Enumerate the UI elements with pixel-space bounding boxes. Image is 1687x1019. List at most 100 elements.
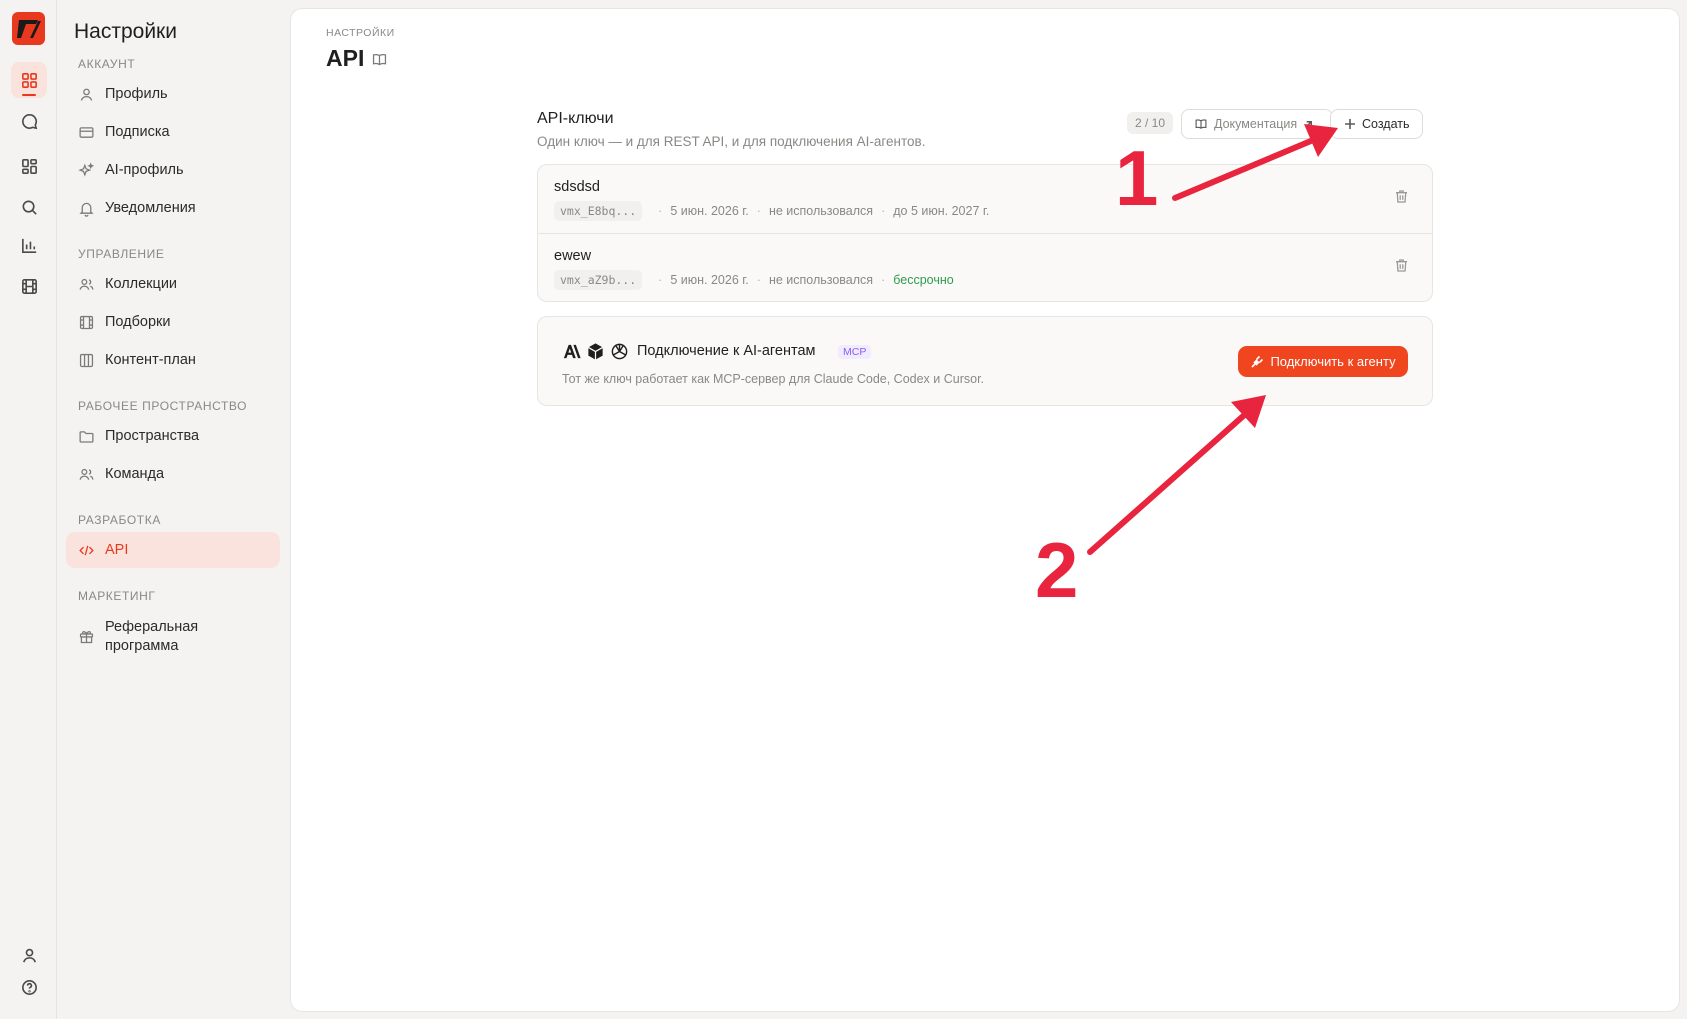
- chat-icon: [21, 113, 37, 129]
- user-icon: [22, 948, 36, 962]
- delete-key-button[interactable]: [1393, 188, 1410, 210]
- key-usage: не использовался: [768, 204, 874, 218]
- sidebar-item-team[interactable]: Команда: [66, 456, 280, 492]
- section-label-development: РАЗРАБОТКА: [78, 513, 161, 527]
- cube-logo-icon: [588, 343, 603, 360]
- section-label-account: АККАУНТ: [78, 57, 136, 71]
- rail-help-button[interactable]: [11, 969, 47, 1005]
- section-label-management: УПРАВЛЕНИЕ: [78, 247, 165, 261]
- rail-user-button[interactable]: [11, 937, 47, 973]
- icon-rail: [0, 0, 57, 1019]
- sidebar-item-subscription[interactable]: Подписка: [66, 114, 280, 150]
- key-row: sdsdsd vmx_E8bq... · 5 июн. 2026 г. · не…: [538, 165, 1432, 233]
- sparkles-icon: [78, 161, 95, 177]
- create-key-button[interactable]: Создать: [1330, 109, 1423, 139]
- key-token: vmx_aZ9b...: [554, 270, 643, 290]
- sidebar-item-label: Профиль: [105, 86, 168, 102]
- sidebar-item-content-plan[interactable]: Контент-план: [66, 342, 280, 378]
- sidebar-item-api[interactable]: API: [66, 532, 280, 568]
- documentation-label: Документация: [1214, 117, 1298, 131]
- key-token: vmx_E8bq...: [554, 201, 643, 221]
- sidebar-item-label: Уведомления: [105, 200, 196, 216]
- key-expires: до 5 июн. 2027 г.: [893, 204, 990, 218]
- sidebar-item-label: Пространства: [105, 428, 200, 444]
- sidebar-item-selections[interactable]: Подборки: [66, 304, 280, 340]
- sidebar-title: Настройки: [74, 20, 177, 43]
- trash-icon: [1395, 259, 1408, 272]
- documentation-button[interactable]: Документация: [1181, 109, 1334, 139]
- bar-chart-icon: [21, 238, 36, 253]
- api-keys-list: sdsdsd vmx_E8bq... · 5 июн. 2026 г. · не…: [537, 164, 1433, 302]
- api-keys-subtitle: Один ключ — и для REST API, и для подклю…: [537, 134, 926, 149]
- ai-agents-title: Подключение к AI-агентам: [637, 343, 816, 359]
- widgets-icon: [21, 158, 37, 174]
- bell-icon: [79, 202, 94, 217]
- annotation-number-2: 2: [1035, 526, 1079, 614]
- key-expires: бессрочно: [893, 273, 954, 287]
- separator-dot: ·: [756, 204, 761, 218]
- users-icon: [79, 278, 94, 290]
- separator-dot: ·: [881, 204, 886, 218]
- anthropic-logo-icon: [563, 344, 581, 359]
- rail-analytics-button[interactable]: [11, 227, 47, 263]
- rail-dashboard-button[interactable]: [11, 62, 47, 98]
- sidebar-item-label: Подписка: [105, 124, 170, 140]
- key-row: ewew vmx_aZ9b... · 5 июн. 2026 г. · не и…: [538, 233, 1432, 301]
- sidebar-item-label: Контент-план: [105, 352, 196, 368]
- folder-icon: [79, 430, 94, 443]
- external-link-icon: [1305, 120, 1313, 128]
- main-content: НАСТРОЙКИ API API-ключи Один ключ — и дл…: [290, 8, 1680, 1012]
- sidebar-item-label: Подборки: [105, 314, 171, 330]
- key-meta: vmx_aZ9b... · 5 июн. 2026 г. · не исполь…: [554, 270, 954, 290]
- rail-film-button[interactable]: [11, 268, 47, 304]
- section-label-marketing: МАРКЕТИНГ: [78, 589, 156, 603]
- key-name: sdsdsd: [554, 179, 600, 195]
- referral-label-line1: Реферальная: [105, 619, 199, 635]
- separator-dot: ·: [756, 273, 761, 287]
- separator-dot: ·: [658, 273, 663, 287]
- trash-icon: [1395, 190, 1408, 203]
- delete-key-button[interactable]: [1393, 257, 1410, 279]
- page-title: API: [326, 45, 365, 71]
- rail-widgets-button[interactable]: [11, 148, 47, 184]
- breadcrumb[interactable]: НАСТРОЙКИ: [326, 27, 395, 39]
- search-icon: [22, 200, 37, 215]
- user-icon: [80, 88, 93, 101]
- rail-chat-button[interactable]: [11, 103, 47, 139]
- connect-agent-button[interactable]: Подключить к агенту: [1238, 346, 1408, 377]
- plus-icon: [1345, 119, 1355, 129]
- book-icon: [372, 53, 387, 66]
- docs-book-button[interactable]: [371, 51, 388, 73]
- sidebar-item-notifications[interactable]: Уведомления: [66, 190, 280, 226]
- sidebar-item-spaces[interactable]: Пространства: [66, 418, 280, 454]
- credit-card-icon: [79, 126, 94, 138]
- users-icon: [79, 468, 94, 480]
- code-icon: [79, 545, 94, 555]
- sidebar-item-label: Команда: [105, 466, 165, 482]
- sidebar-item-referral[interactable]: Реферальная программа: [66, 612, 280, 660]
- mcp-badge: MCP: [838, 345, 872, 359]
- key-usage: не использовался: [768, 273, 874, 287]
- book-icon: [1195, 119, 1207, 129]
- create-label: Создать: [1362, 117, 1410, 131]
- sidebar-item-label: AI-профиль: [105, 162, 184, 178]
- ai-agents-subtitle: Тот же ключ работает как MCP-сервер для …: [562, 372, 985, 386]
- dashboard-icon: [21, 72, 37, 88]
- sidebar-item-label: Реферальная программа: [105, 618, 198, 656]
- section-label-workspace: РАБОЧЕЕ ПРОСТРАНСТВО: [78, 399, 248, 413]
- settings-sidebar: Настройки АККАУНТ Профиль Подписка AI-пр…: [58, 0, 288, 1019]
- separator-dot: ·: [881, 273, 886, 287]
- app-logo[interactable]: [12, 12, 45, 45]
- sidebar-item-profile[interactable]: Профиль: [66, 76, 280, 112]
- referral-label-line2: программа: [105, 638, 179, 654]
- key-name: ewew: [554, 248, 592, 264]
- sidebar-item-ai-profile[interactable]: AI-профиль: [66, 152, 280, 188]
- rail-search-button[interactable]: [11, 189, 47, 225]
- keys-count-badge: 2 / 10: [1127, 112, 1174, 134]
- sidebar-item-label: Коллекции: [105, 276, 178, 292]
- agent-logos: [562, 342, 634, 361]
- help-icon: [21, 979, 37, 995]
- key-created: 5 июн. 2026 г.: [670, 204, 749, 218]
- api-keys-header: API-ключи Один ключ — и для REST API, и …: [537, 103, 1433, 153]
- sidebar-item-collections[interactable]: Коллекции: [66, 266, 280, 302]
